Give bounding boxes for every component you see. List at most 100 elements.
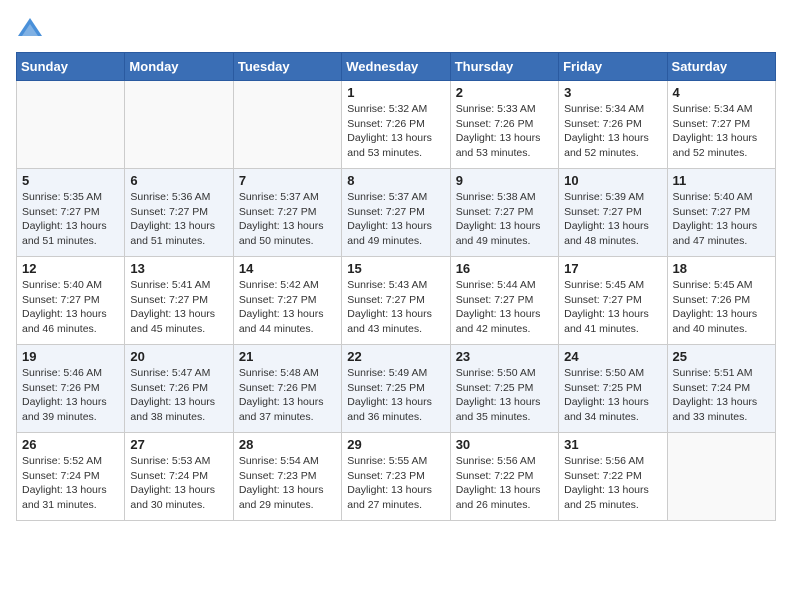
week-row-1: 1 Sunrise: 5:32 AMSunset: 7:26 PMDaylight… bbox=[17, 81, 776, 169]
day-number: 17 bbox=[564, 261, 661, 276]
day-number: 9 bbox=[456, 173, 553, 188]
day-detail: Sunrise: 5:56 AMSunset: 7:22 PMDaylight:… bbox=[564, 454, 661, 513]
day-number: 28 bbox=[239, 437, 336, 452]
calendar-cell: 28 Sunrise: 5:54 AMSunset: 7:23 PMDayligh… bbox=[233, 433, 341, 521]
calendar-cell: 30 Sunrise: 5:56 AMSunset: 7:22 PMDayligh… bbox=[450, 433, 558, 521]
day-detail: Sunrise: 5:40 AMSunset: 7:27 PMDaylight:… bbox=[22, 278, 119, 337]
day-number: 31 bbox=[564, 437, 661, 452]
day-detail: Sunrise: 5:34 AMSunset: 7:26 PMDaylight:… bbox=[564, 102, 661, 161]
day-detail: Sunrise: 5:44 AMSunset: 7:27 PMDaylight:… bbox=[456, 278, 553, 337]
weekday-header-tuesday: Tuesday bbox=[233, 53, 341, 81]
day-detail: Sunrise: 5:45 AMSunset: 7:26 PMDaylight:… bbox=[673, 278, 770, 337]
calendar-cell: 10 Sunrise: 5:39 AMSunset: 7:27 PMDayligh… bbox=[559, 169, 667, 257]
day-detail: Sunrise: 5:51 AMSunset: 7:24 PMDaylight:… bbox=[673, 366, 770, 425]
calendar-cell bbox=[125, 81, 233, 169]
day-number: 11 bbox=[673, 173, 770, 188]
calendar-cell: 7 Sunrise: 5:37 AMSunset: 7:27 PMDaylight… bbox=[233, 169, 341, 257]
day-number: 14 bbox=[239, 261, 336, 276]
calendar-cell bbox=[233, 81, 341, 169]
day-number: 29 bbox=[347, 437, 444, 452]
calendar-cell: 17Sunrise: 5:45 AMSunset: 7:27 PMDayligh… bbox=[559, 257, 667, 345]
calendar-cell: 24Sunrise: 5:50 AMSunset: 7:25 PMDayligh… bbox=[559, 345, 667, 433]
day-number: 30 bbox=[456, 437, 553, 452]
calendar-cell: 25Sunrise: 5:51 AMSunset: 7:24 PMDayligh… bbox=[667, 345, 775, 433]
weekday-header-sunday: Sunday bbox=[17, 53, 125, 81]
day-detail: Sunrise: 5:43 AMSunset: 7:27 PMDaylight:… bbox=[347, 278, 444, 337]
day-detail: Sunrise: 5:50 AMSunset: 7:25 PMDaylight:… bbox=[564, 366, 661, 425]
weekday-header-friday: Friday bbox=[559, 53, 667, 81]
calendar-cell: 11Sunrise: 5:40 AMSunset: 7:27 PMDayligh… bbox=[667, 169, 775, 257]
day-number: 20 bbox=[130, 349, 227, 364]
day-number: 22 bbox=[347, 349, 444, 364]
week-row-3: 12 Sunrise: 5:40 AMSunset: 7:27 PMDayligh… bbox=[17, 257, 776, 345]
calendar-cell: 13 Sunrise: 5:41 AMSunset: 7:27 PMDayligh… bbox=[125, 257, 233, 345]
page-header bbox=[16, 16, 776, 44]
calendar-cell: 16 Sunrise: 5:44 AMSunset: 7:27 PMDayligh… bbox=[450, 257, 558, 345]
calendar-cell: 29 Sunrise: 5:55 AMSunset: 7:23 PMDayligh… bbox=[342, 433, 450, 521]
calendar-cell: 14 Sunrise: 5:42 AMSunset: 7:27 PMDayligh… bbox=[233, 257, 341, 345]
day-number: 13 bbox=[130, 261, 227, 276]
logo-icon bbox=[16, 16, 44, 44]
day-detail: Sunrise: 5:36 AMSunset: 7:27 PMDaylight:… bbox=[130, 190, 227, 249]
calendar-cell: 2 Sunrise: 5:33 AMSunset: 7:26 PMDaylight… bbox=[450, 81, 558, 169]
calendar-cell: 26 Sunrise: 5:52 AMSunset: 7:24 PMDayligh… bbox=[17, 433, 125, 521]
day-number: 6 bbox=[130, 173, 227, 188]
day-detail: Sunrise: 5:48 AMSunset: 7:26 PMDaylight:… bbox=[239, 366, 336, 425]
calendar-cell: 23 Sunrise: 5:50 AMSunset: 7:25 PMDayligh… bbox=[450, 345, 558, 433]
day-detail: Sunrise: 5:46 AMSunset: 7:26 PMDaylight:… bbox=[22, 366, 119, 425]
weekday-header-wednesday: Wednesday bbox=[342, 53, 450, 81]
calendar-cell bbox=[667, 433, 775, 521]
calendar-cell: 15 Sunrise: 5:43 AMSunset: 7:27 PMDayligh… bbox=[342, 257, 450, 345]
calendar-table: SundayMondayTuesdayWednesdayThursdayFrid… bbox=[16, 52, 776, 521]
calendar-cell: 5 Sunrise: 5:35 AMSunset: 7:27 PMDaylight… bbox=[17, 169, 125, 257]
day-detail: Sunrise: 5:39 AMSunset: 7:27 PMDaylight:… bbox=[564, 190, 661, 249]
day-number: 23 bbox=[456, 349, 553, 364]
day-number: 3 bbox=[564, 85, 661, 100]
day-number: 10 bbox=[564, 173, 661, 188]
day-number: 27 bbox=[130, 437, 227, 452]
calendar-cell: 27 Sunrise: 5:53 AMSunset: 7:24 PMDayligh… bbox=[125, 433, 233, 521]
calendar-cell: 8 Sunrise: 5:37 AMSunset: 7:27 PMDaylight… bbox=[342, 169, 450, 257]
week-row-5: 26 Sunrise: 5:52 AMSunset: 7:24 PMDayligh… bbox=[17, 433, 776, 521]
calendar-cell: 31 Sunrise: 5:56 AMSunset: 7:22 PMDayligh… bbox=[559, 433, 667, 521]
day-number: 5 bbox=[22, 173, 119, 188]
day-number: 7 bbox=[239, 173, 336, 188]
day-detail: Sunrise: 5:37 AMSunset: 7:27 PMDaylight:… bbox=[347, 190, 444, 249]
day-detail: Sunrise: 5:35 AMSunset: 7:27 PMDaylight:… bbox=[22, 190, 119, 249]
day-detail: Sunrise: 5:53 AMSunset: 7:24 PMDaylight:… bbox=[130, 454, 227, 513]
week-row-2: 5 Sunrise: 5:35 AMSunset: 7:27 PMDaylight… bbox=[17, 169, 776, 257]
day-number: 8 bbox=[347, 173, 444, 188]
day-detail: Sunrise: 5:54 AMSunset: 7:23 PMDaylight:… bbox=[239, 454, 336, 513]
week-row-4: 19 Sunrise: 5:46 AMSunset: 7:26 PMDayligh… bbox=[17, 345, 776, 433]
day-detail: Sunrise: 5:38 AMSunset: 7:27 PMDaylight:… bbox=[456, 190, 553, 249]
calendar-cell: 1 Sunrise: 5:32 AMSunset: 7:26 PMDaylight… bbox=[342, 81, 450, 169]
weekday-header-thursday: Thursday bbox=[450, 53, 558, 81]
day-number: 16 bbox=[456, 261, 553, 276]
day-detail: Sunrise: 5:37 AMSunset: 7:27 PMDaylight:… bbox=[239, 190, 336, 249]
calendar-cell: 6 Sunrise: 5:36 AMSunset: 7:27 PMDaylight… bbox=[125, 169, 233, 257]
day-detail: Sunrise: 5:50 AMSunset: 7:25 PMDaylight:… bbox=[456, 366, 553, 425]
day-number: 19 bbox=[22, 349, 119, 364]
day-number: 4 bbox=[673, 85, 770, 100]
day-number: 12 bbox=[22, 261, 119, 276]
weekday-header-saturday: Saturday bbox=[667, 53, 775, 81]
day-number: 26 bbox=[22, 437, 119, 452]
logo bbox=[16, 16, 48, 44]
day-detail: Sunrise: 5:56 AMSunset: 7:22 PMDaylight:… bbox=[456, 454, 553, 513]
day-detail: Sunrise: 5:49 AMSunset: 7:25 PMDaylight:… bbox=[347, 366, 444, 425]
day-number: 15 bbox=[347, 261, 444, 276]
day-detail: Sunrise: 5:42 AMSunset: 7:27 PMDaylight:… bbox=[239, 278, 336, 337]
day-detail: Sunrise: 5:34 AMSunset: 7:27 PMDaylight:… bbox=[673, 102, 770, 161]
day-detail: Sunrise: 5:41 AMSunset: 7:27 PMDaylight:… bbox=[130, 278, 227, 337]
calendar-cell: 21 Sunrise: 5:48 AMSunset: 7:26 PMDayligh… bbox=[233, 345, 341, 433]
day-detail: Sunrise: 5:33 AMSunset: 7:26 PMDaylight:… bbox=[456, 102, 553, 161]
weekday-header-row: SundayMondayTuesdayWednesdayThursdayFrid… bbox=[17, 53, 776, 81]
day-detail: Sunrise: 5:52 AMSunset: 7:24 PMDaylight:… bbox=[22, 454, 119, 513]
calendar-cell: 4 Sunrise: 5:34 AMSunset: 7:27 PMDaylight… bbox=[667, 81, 775, 169]
day-number: 2 bbox=[456, 85, 553, 100]
day-number: 21 bbox=[239, 349, 336, 364]
day-number: 1 bbox=[347, 85, 444, 100]
day-detail: Sunrise: 5:32 AMSunset: 7:26 PMDaylight:… bbox=[347, 102, 444, 161]
calendar-cell bbox=[17, 81, 125, 169]
day-detail: Sunrise: 5:55 AMSunset: 7:23 PMDaylight:… bbox=[347, 454, 444, 513]
